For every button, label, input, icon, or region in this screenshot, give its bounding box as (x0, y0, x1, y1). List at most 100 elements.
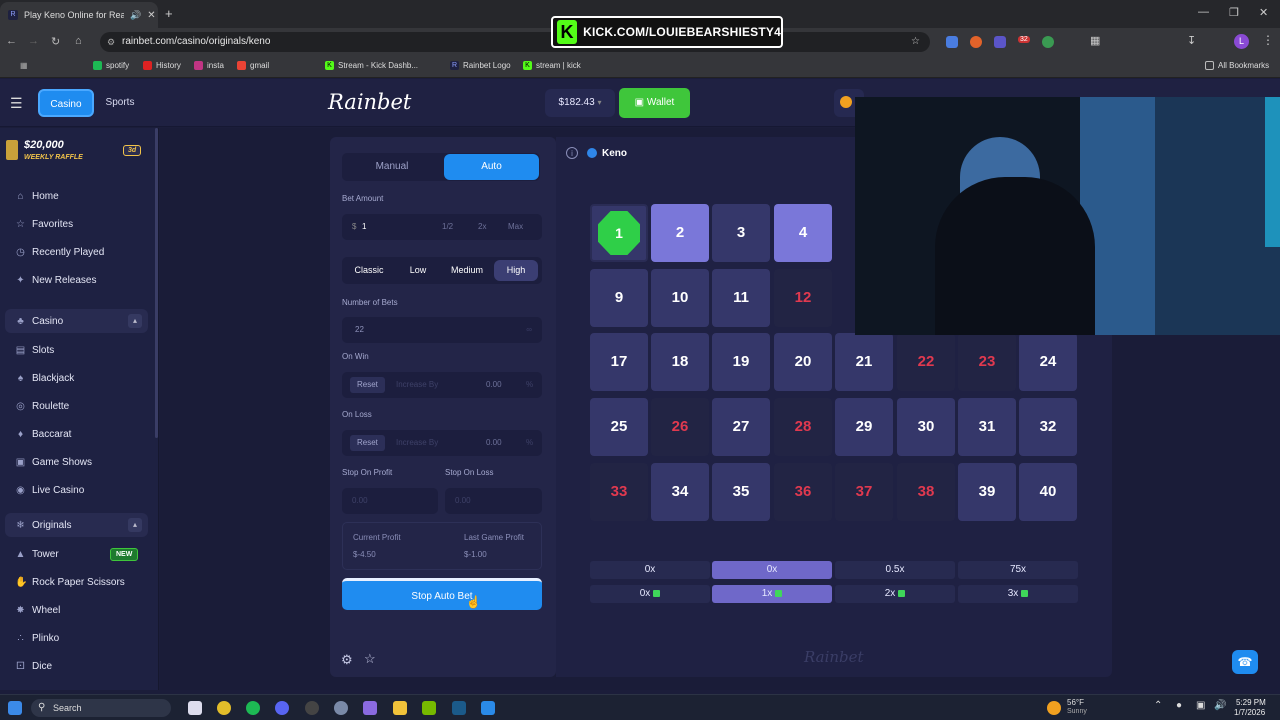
keno-tile-28[interactable]: 28 (774, 398, 832, 456)
infinity-icon[interactable]: ∞ (526, 317, 532, 343)
sidebar-item-baccarat[interactable]: ♦ Baccarat (15, 429, 72, 440)
keno-tile-23[interactable]: 23 (958, 333, 1016, 391)
keno-tile-21[interactable]: 21 (835, 333, 893, 391)
keno-tile-29[interactable]: 29 (835, 398, 893, 456)
risk-classic-button[interactable]: Classic (346, 260, 392, 281)
casino-tab[interactable]: Casino (38, 89, 94, 117)
keno-tile-39[interactable]: 39 (958, 463, 1016, 521)
number-of-bets-input[interactable]: 22 ∞ (342, 317, 542, 343)
tray-chevron-icon[interactable]: ⌃ (1154, 700, 1162, 711)
network-icon[interactable]: ▣ (1196, 700, 1205, 711)
extension-icon[interactable] (1042, 36, 1054, 48)
minimize-button[interactable]: — (1198, 6, 1209, 18)
collapse-icon[interactable]: ▴ (128, 314, 142, 328)
keno-tile-40[interactable]: 40 (1019, 463, 1077, 521)
back-icon[interactable]: ← (6, 35, 17, 47)
bookmark-item[interactable]: Kstream | kick (523, 61, 581, 70)
mode-manual-tab[interactable]: Manual (344, 154, 440, 180)
sidebar-item-plinko[interactable]: ∴ Plinko (15, 633, 59, 644)
game-launcher-icon[interactable] (363, 701, 377, 715)
max-button[interactable]: Max (508, 214, 523, 240)
sidebar-item-new-releases[interactable]: ✦ New Releases (15, 275, 96, 286)
keno-tile-25[interactable]: 25 (590, 398, 648, 456)
risk-medium-button[interactable]: Medium (442, 260, 492, 281)
browser-tab[interactable]: R Play Keno Online for Real M 🔊 ✕ (0, 2, 158, 28)
hamburger-menu-icon[interactable]: ☰ (10, 95, 23, 112)
keno-tile-36[interactable]: 36 (774, 463, 832, 521)
keno-tile-19[interactable]: 19 (712, 333, 770, 391)
spotify-icon[interactable] (246, 701, 260, 715)
casino-section-header[interactable]: ♣ Casino ▴ (5, 309, 148, 333)
keno-tile-9[interactable]: 9 (590, 269, 648, 327)
raffle-banner[interactable]: $20,000 WEEKLY RAFFLE 3d (0, 136, 152, 170)
sidebar-item-wheel[interactable]: ✸ Wheel (15, 605, 60, 616)
restore-button[interactable]: ❐ (1229, 6, 1239, 19)
favorite-star-icon[interactable]: ☆ (364, 651, 376, 667)
keno-tile-12[interactable]: 12 (774, 269, 832, 327)
extension-icon[interactable] (994, 36, 1006, 48)
keno-tile-38[interactable]: 38 (897, 463, 955, 521)
obs-icon[interactable] (305, 701, 319, 715)
sidebar-item-slots[interactable]: ▤ Slots (15, 345, 54, 356)
sidebar-item-game-shows[interactable]: ▣ Game Shows (15, 457, 92, 468)
keno-tile-17[interactable]: 17 (590, 333, 648, 391)
sidebar-item-blackjack[interactable]: ♠ Blackjack (15, 373, 74, 384)
bookmark-item[interactable]: History (143, 61, 181, 70)
keno-tile-10[interactable]: 10 (651, 269, 709, 327)
extension-icon[interactable] (970, 36, 982, 48)
home-icon[interactable]: ⌂ (75, 35, 82, 47)
sidebar-item-tower[interactable]: ▲ Tower (15, 549, 59, 560)
microphone-icon[interactable]: ● (1176, 700, 1182, 711)
sidebar-item-roulette[interactable]: ◎ Roulette (15, 401, 69, 412)
sidebar-item-favorites[interactable]: ☆ Favorites (15, 219, 73, 230)
risk-high-button[interactable]: High (494, 260, 538, 281)
mode-auto-tab[interactable]: Auto (444, 154, 539, 180)
double-button[interactable]: 2x (478, 214, 486, 240)
keno-tile-30[interactable]: 30 (897, 398, 955, 456)
forward-icon[interactable]: → (28, 35, 39, 47)
close-window-button[interactable]: ✕ (1259, 6, 1268, 19)
rainbet-logo[interactable]: Rainbet (328, 90, 411, 114)
keno-tile-37[interactable]: 37 (835, 463, 893, 521)
bookmark-item[interactable]: R Rainbet Logo (450, 61, 511, 70)
site-info-icon[interactable]: ⚙ (107, 32, 115, 52)
stop-on-loss-input[interactable]: 0.00 (445, 488, 542, 514)
apps-grid-icon[interactable]: ▦ (20, 61, 28, 70)
sidebar-item-live-casino[interactable]: ◉ Live Casino (15, 485, 84, 496)
half-button[interactable]: 1/2 (442, 214, 453, 240)
keno-tile-22[interactable]: 22 (897, 333, 955, 391)
profile-avatar[interactable]: L (1234, 34, 1249, 49)
bookmark-item[interactable]: insta (194, 61, 224, 70)
app-icon[interactable] (481, 701, 495, 715)
keno-tile-1[interactable]: 1 (590, 204, 648, 262)
task-view-icon[interactable] (188, 701, 202, 715)
bookmark-item[interactable]: gmail (237, 61, 269, 70)
file-explorer-icon[interactable] (393, 701, 407, 715)
keno-tile-4[interactable]: 4 (774, 204, 832, 262)
keno-tile-11[interactable]: 11 (712, 269, 770, 327)
bookmark-item[interactable]: K Stream - Kick Dashb... (325, 61, 418, 70)
keno-tile-34[interactable]: 34 (651, 463, 709, 521)
keno-tile-35[interactable]: 35 (712, 463, 770, 521)
reload-icon[interactable]: ↻ (51, 35, 60, 48)
originals-section-header[interactable]: ❄ Originals ▴ (5, 513, 148, 537)
keno-tile-20[interactable]: 20 (774, 333, 832, 391)
stop-on-profit-input[interactable]: 0.00 (342, 488, 438, 514)
keno-tile-24[interactable]: 24 (1019, 333, 1077, 391)
chrome-icon[interactable] (217, 701, 231, 715)
keno-tile-27[interactable]: 27 (712, 398, 770, 456)
sidebar-item-dice[interactable]: ⚀ Dice (15, 661, 52, 672)
balance-display[interactable]: $182.43 ▾ (545, 89, 615, 117)
sidebar-item-rock-paper-scissors[interactable]: ✋ Rock Paper Scissors (15, 577, 125, 588)
wallet-button[interactable]: ▣ Wallet (619, 88, 690, 118)
clock-date[interactable]: 1/7/2026 (1234, 708, 1265, 717)
clock-time[interactable]: 5:29 PM (1236, 698, 1266, 707)
keno-tile-31[interactable]: 31 (958, 398, 1016, 456)
on-win-reset-button[interactable]: Reset (350, 377, 385, 393)
keno-tile-3[interactable]: 3 (712, 204, 770, 262)
keno-tile-32[interactable]: 32 (1019, 398, 1077, 456)
sidebar-scrollbar[interactable] (155, 128, 158, 438)
on-win-increase-by[interactable]: Increase By (396, 372, 438, 398)
sidebar-item-recently-played[interactable]: ◷ Recently Played (15, 247, 104, 258)
steam-icon[interactable] (452, 701, 466, 715)
